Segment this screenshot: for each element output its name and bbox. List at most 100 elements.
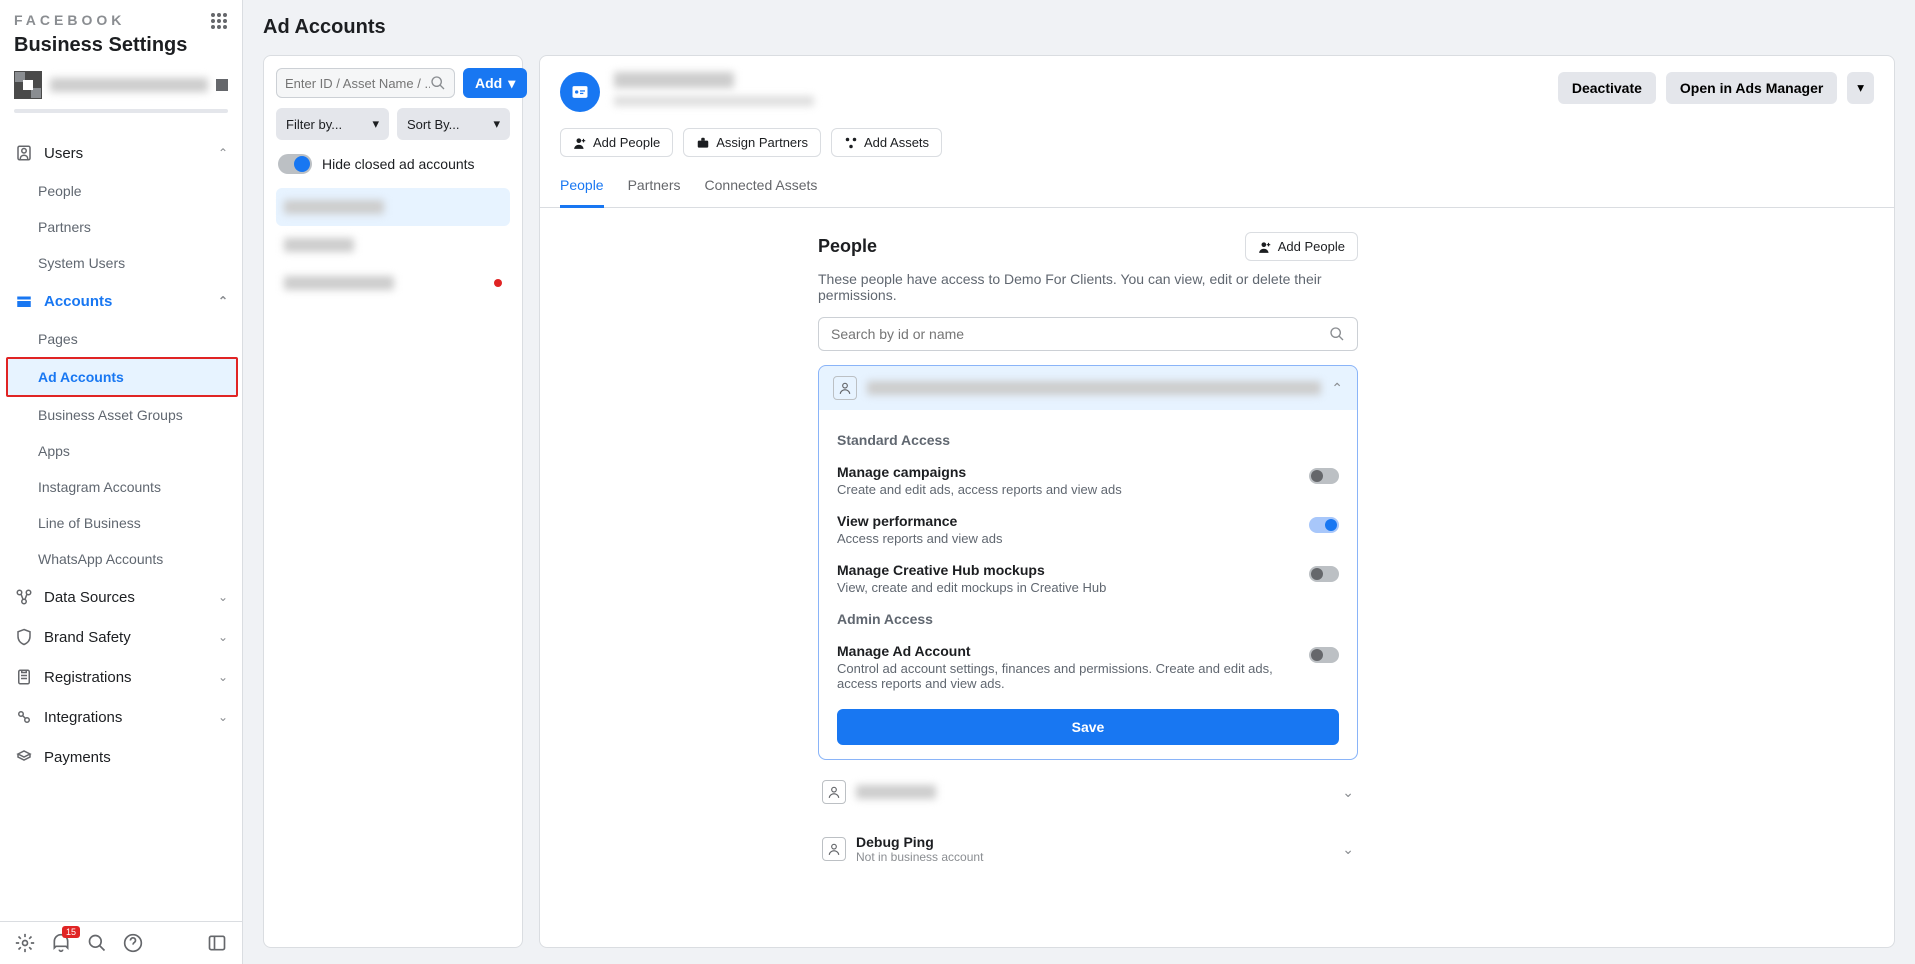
nav-item-system-users[interactable]: System Users <box>0 245 242 281</box>
nav-item-ad-accounts[interactable]: Ad Accounts <box>6 357 238 397</box>
permission-toggle[interactable] <box>1309 517 1339 533</box>
chevron-down-icon: ⌄ <box>218 630 228 644</box>
nav-item-apps[interactable]: Apps <box>0 433 242 469</box>
standard-access-heading: Standard Access <box>837 432 1339 448</box>
asset-search-input[interactable] <box>285 76 430 91</box>
payments-icon <box>14 747 34 767</box>
sidebar-header: FACEBOOK Business Settings <box>0 0 242 65</box>
caret-down-icon: ▾ <box>1857 80 1864 95</box>
nav-section-integrations[interactable]: Integrations ⌄ <box>0 697 242 737</box>
nav-section-accounts[interactable]: Accounts ⌃ <box>0 281 242 321</box>
perm-title: View performance <box>837 513 1293 529</box>
nav-item-pages[interactable]: Pages <box>0 321 242 357</box>
asset-item[interactable] <box>276 226 510 264</box>
perm-title: Manage Creative Hub mockups <box>837 562 1293 578</box>
permission-toggle[interactable] <box>1309 566 1339 582</box>
business-selector[interactable] <box>0 65 242 109</box>
nav-label: Brand Safety <box>44 629 131 646</box>
nav-label: Integrations <box>44 709 122 726</box>
asset-item[interactable] <box>276 264 510 302</box>
integrations-icon <box>14 707 34 727</box>
save-button[interactable]: Save <box>837 709 1339 745</box>
sidebar-nav: Users ⌃ People Partners System Users Acc… <box>0 125 242 921</box>
filter-label: Filter by... <box>286 117 342 132</box>
collapse-sidebar-icon[interactable] <box>206 932 228 954</box>
pill-label: Add Assets <box>864 135 929 150</box>
app-launcher-icon[interactable] <box>210 12 228 30</box>
accounts-icon <box>14 291 34 311</box>
asset-list-panel: Add ▾ Filter by... ▾ Sort By... ▾ Hide c… <box>263 55 523 948</box>
add-person-icon <box>573 136 587 150</box>
people-search[interactable] <box>818 317 1358 351</box>
setup-progress-bar <box>14 109 228 113</box>
nav-section-brand-safety[interactable]: Brand Safety ⌄ <box>0 617 242 657</box>
add-asset-button[interactable]: Add ▾ <box>463 68 527 98</box>
business-dropdown-icon <box>216 79 228 91</box>
tab-partners[interactable]: Partners <box>628 167 681 207</box>
sort-dropdown[interactable]: Sort By... ▾ <box>397 108 510 140</box>
nav-item-business-asset-groups[interactable]: Business Asset Groups <box>0 397 242 433</box>
clipboard-icon <box>14 667 34 687</box>
person-row[interactable]: Debug Ping Not in business account ⌄ <box>818 824 1358 874</box>
hide-closed-toggle[interactable] <box>278 154 312 174</box>
notification-badge: 15 <box>62 926 80 938</box>
page-title: Ad Accounts <box>263 16 1895 39</box>
button-label: Add People <box>1278 239 1345 254</box>
people-section-title: People <box>818 236 877 257</box>
filter-dropdown[interactable]: Filter by... ▾ <box>276 108 389 140</box>
people-search-input[interactable] <box>831 326 1329 342</box>
permission-toggle[interactable] <box>1309 468 1339 484</box>
more-actions-button[interactable]: ▾ <box>1847 72 1874 104</box>
nav-section-data-sources[interactable]: Data Sources ⌄ <box>0 577 242 617</box>
search-icon <box>430 75 446 91</box>
nav-section-registrations[interactable]: Registrations ⌄ <box>0 657 242 697</box>
bell-icon[interactable]: 15 <box>50 932 72 954</box>
tab-people[interactable]: People <box>560 167 604 208</box>
permission-toggle[interactable] <box>1309 647 1339 663</box>
sidebar: FACEBOOK Business Settings Users ⌃ Peopl… <box>0 0 243 964</box>
chevron-down-icon: ⌄ <box>1342 784 1354 801</box>
gear-icon[interactable] <box>14 932 36 954</box>
nav-item-people[interactable]: People <box>0 173 242 209</box>
person-card: ⌃ Standard Access Manage campaigns Creat… <box>818 365 1358 760</box>
caret-down-icon: ▾ <box>493 116 500 132</box>
permission-row: Manage Creative Hub mockups View, create… <box>837 554 1339 603</box>
people-description: These people have access to Demo For Cli… <box>818 271 1358 303</box>
business-icon <box>14 71 42 99</box>
deactivate-button[interactable]: Deactivate <box>1558 72 1656 104</box>
asset-item[interactable] <box>276 188 510 226</box>
nav-item-partners[interactable]: Partners <box>0 209 242 245</box>
nav-item-line-of-business[interactable]: Line of Business <box>0 505 242 541</box>
assign-partners-pill[interactable]: Assign Partners <box>683 128 821 157</box>
tab-connected-assets[interactable]: Connected Assets <box>705 167 818 207</box>
person-row[interactable]: ⌄ <box>818 770 1358 814</box>
search-icon[interactable] <box>86 932 108 954</box>
nav-item-instagram-accounts[interactable]: Instagram Accounts <box>0 469 242 505</box>
perm-title: Manage Ad Account <box>837 643 1293 659</box>
perm-desc: View, create and edit mockups in Creativ… <box>837 580 1293 595</box>
asset-search-wrap[interactable] <box>276 68 455 98</box>
chevron-up-icon: ⌃ <box>1331 380 1343 397</box>
asset-item-name <box>284 276 394 290</box>
person-name <box>867 381 1321 395</box>
chevron-up-icon: ⌃ <box>218 294 228 308</box>
caret-down-icon: ▾ <box>508 75 515 92</box>
pill-label: Assign Partners <box>716 135 808 150</box>
perm-desc: Access reports and view ads <box>837 531 1293 546</box>
person-name <box>856 785 936 799</box>
perm-desc: Control ad account settings, finances an… <box>837 661 1293 691</box>
add-people-button[interactable]: Add People <box>1245 232 1358 261</box>
nav-label: Registrations <box>44 669 132 686</box>
nav-section-payments[interactable]: Payments <box>0 737 242 777</box>
add-people-pill[interactable]: Add People <box>560 128 673 157</box>
person-header[interactable]: ⌃ <box>819 366 1357 410</box>
main-content: Ad Accounts Add ▾ Filter by... ▾ <box>243 0 1915 964</box>
nav-section-users[interactable]: Users ⌃ <box>0 133 242 173</box>
open-ads-manager-button[interactable]: Open in Ads Manager <box>1666 72 1837 104</box>
add-assets-pill[interactable]: Add Assets <box>831 128 942 157</box>
help-icon[interactable] <box>122 932 144 954</box>
permission-row: View performance Access reports and view… <box>837 505 1339 554</box>
nav-item-whatsapp-accounts[interactable]: WhatsApp Accounts <box>0 541 242 577</box>
toggle-label: Hide closed ad accounts <box>322 156 475 172</box>
perm-title: Manage campaigns <box>837 464 1293 480</box>
